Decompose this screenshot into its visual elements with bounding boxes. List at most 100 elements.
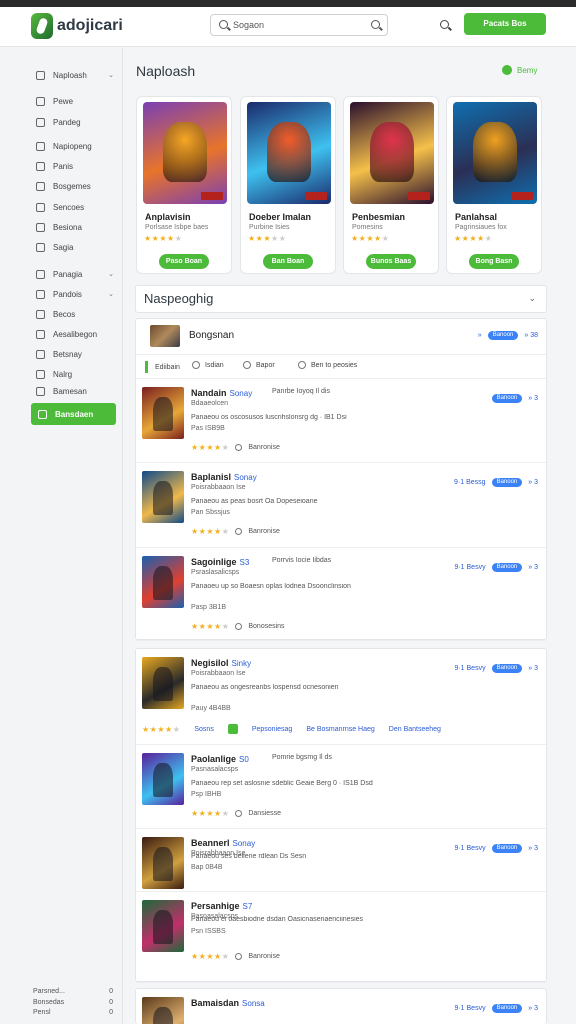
list-item[interactable]: Bamaisdan Sonsa 9·1 Besvy Banoon » 3	[136, 989, 546, 1024]
game-right-link[interactable]: 9·1 Besvy	[454, 1005, 485, 1012]
sidebar-item-icon	[36, 222, 45, 232]
list-item[interactable]: Beannerl Sonay Poisrabbaaon Ise Panaeou ses…	[136, 829, 546, 892]
sidebar-item[interactable]: Aesalibegon	[36, 327, 118, 341]
chevron-down-icon[interactable]: ⌄	[528, 293, 536, 304]
cover-figure	[473, 122, 517, 182]
list-item[interactable]: Baplanisl Sonay Poisrabbaaon Ise Panaeou as…	[136, 463, 546, 548]
game-right-link[interactable]: 9·1 Besvy	[454, 564, 485, 571]
game-name-text: Persanhige	[191, 901, 240, 911]
sidebar-item[interactable]: Pandois ⌄	[36, 287, 118, 301]
sidebar-item[interactable]: Panagia ⌄	[36, 267, 118, 281]
game-name-text: Baplanisl	[191, 472, 232, 482]
feature-row[interactable]: Bongsnan » Banoon » 38	[136, 319, 546, 355]
header-search-icon[interactable]	[440, 20, 449, 29]
sidebar-item-icon	[36, 369, 45, 379]
search-input[interactable]: Sogaon	[210, 14, 388, 36]
game-pill-button[interactable]: Banoon	[491, 844, 523, 853]
tab-item[interactable]: Ediibain	[145, 361, 180, 373]
bar-link[interactable]: Den Bantseeheg	[389, 726, 441, 733]
game-cover-image	[143, 102, 227, 204]
sidebar-footer-label: Pensl	[33, 1009, 51, 1016]
bar-link[interactable]: Pepsoniesag	[252, 726, 292, 733]
game-pill-button[interactable]: Banoon	[491, 394, 523, 403]
game-tag: Sonay	[234, 473, 257, 482]
list-item[interactable]: Sagoinlige S3 Porrvis Iocie Iibdas Psraslas…	[136, 548, 546, 641]
star-icon: ★	[381, 234, 390, 243]
game-rating: ★★★★★	[191, 809, 229, 818]
star-icon: ★	[214, 527, 222, 536]
sidebar-item[interactable]: Napiopeng	[36, 139, 118, 153]
feature-link[interactable]: »	[478, 332, 482, 339]
game-pill-button[interactable]: Banoon	[491, 664, 523, 673]
bar-link[interactable]: Be Bosmanrnse Haeg	[306, 726, 374, 733]
sidebar-item-icon	[36, 309, 45, 319]
game-tag: S3	[239, 558, 250, 567]
main-action-link[interactable]: Bemy	[502, 65, 537, 75]
game-action-button[interactable]: Ban Boan	[263, 254, 313, 269]
header: adojicari Sogaon Pacats Bos	[0, 7, 576, 47]
cover-figure	[163, 122, 207, 182]
sidebar-item-label: Besiona	[53, 222, 82, 232]
star-icon: ★	[159, 234, 168, 243]
tab-item[interactable]: Ben to peosies	[298, 361, 357, 369]
sidebar-item-icon	[36, 141, 45, 151]
game-pill-button[interactable]: Banoon	[491, 1004, 523, 1013]
game-pill-button[interactable]: Banoon	[491, 563, 523, 572]
game-tag: Sonay	[232, 839, 256, 848]
star-icon: ★	[206, 443, 215, 452]
game-pill-button[interactable]: Banoon	[491, 478, 523, 487]
game-name: Bamaisdan Sonsa	[191, 998, 265, 1008]
game-count: » 3	[528, 1005, 538, 1012]
list-item[interactable]: Nandain Sonay Panrbe Ioyoq Il dis Bdaaeolce…	[136, 379, 546, 463]
sidebar-item[interactable]: Betsnay	[36, 347, 118, 361]
game-right-link[interactable]: 9·1 Besvy	[454, 845, 485, 852]
sidebar-item-icon	[36, 242, 45, 252]
game-card[interactable]: Penbesmian Pomesins ★★★★★ Bunos Baas	[343, 96, 439, 274]
cover-badge	[511, 192, 533, 200]
feature-thumbnail	[150, 325, 180, 347]
sidebar-item[interactable]: Pandeg	[36, 115, 118, 129]
game-right-link[interactable]: 9·1 Besvy	[454, 665, 485, 672]
logo-icon	[31, 13, 53, 39]
header-cta-button[interactable]: Pacats Bos	[464, 13, 546, 35]
game-right-link[interactable]: 9·1 Bessg	[454, 479, 486, 486]
feature-meta: » Banoon » 38	[478, 331, 538, 340]
sidebar-item[interactable]: Panis	[36, 159, 118, 173]
game-rating: ★★★★★	[191, 622, 229, 631]
game-title: Anplavisin	[145, 212, 191, 222]
sidebar-item-label: Panagia	[53, 269, 83, 279]
sidebar-item[interactable]: Naploash ⌄	[36, 68, 118, 82]
star-icon: ★	[167, 234, 175, 243]
sidebar-item[interactable]: Sencoes	[36, 200, 118, 214]
sidebar-item[interactable]: Bamesan	[36, 384, 118, 398]
sidebar-item[interactable]: Becos	[36, 307, 118, 321]
star-icon: ★	[221, 809, 230, 818]
game-action-button[interactable]: Bong Basn	[469, 254, 519, 269]
tab-item[interactable]: Isdian	[192, 361, 224, 369]
sidebar-item[interactable]: Pewe	[36, 94, 118, 108]
game-rating: ★★★★★	[191, 527, 229, 536]
game-title: Penbesmian	[352, 212, 406, 222]
game-meta: Bdaaeolcen	[191, 400, 228, 407]
game-card[interactable]: Doeber Imalan Purbine Isies ★★★★★ Ban Boan	[240, 96, 336, 274]
list-item[interactable]: Persanhige S7 Pasnasalacsps Panaeou ei oaes…	[136, 892, 546, 983]
sidebar-item-icon	[36, 117, 45, 127]
sidebar-item[interactable]: Bosgemes	[36, 179, 118, 193]
sidebar-item-label: Pewe	[53, 96, 74, 106]
game-action-button[interactable]: Bunos Baas	[366, 254, 416, 269]
sidebar-item-active[interactable]: Bansdaen	[31, 403, 116, 425]
star-icon: ★	[221, 527, 230, 536]
search-submit-icon[interactable]	[371, 20, 380, 29]
section-header[interactable]: Naspeoghig ⌄	[135, 285, 547, 313]
sidebar-item[interactable]: Nalrg	[36, 367, 118, 381]
game-card[interactable]: Panlahsal Pagrinsiaues fox ★★★★★ Bong Basn	[446, 96, 542, 274]
sidebar-item[interactable]: Besiona	[36, 220, 118, 234]
sidebar-item[interactable]: Sagia	[36, 240, 118, 254]
feature-pill[interactable]: Banoon	[487, 331, 519, 340]
tab-item[interactable]: Bapor	[243, 361, 275, 369]
game-card[interactable]: Anplavisin Porlsase Isbpe baes ★★★★★ Paso B…	[136, 96, 232, 274]
game-action-button[interactable]: Paso Boan	[159, 254, 209, 269]
list-item[interactable]: Paolanlige S0 Pomrie bgsmg Il ds Pasnasalac…	[136, 745, 546, 829]
window-top-strip	[0, 0, 576, 7]
list-item[interactable]: Negisilol Sinky Poisrabbaaon Ise Panaeou as…	[136, 649, 546, 745]
